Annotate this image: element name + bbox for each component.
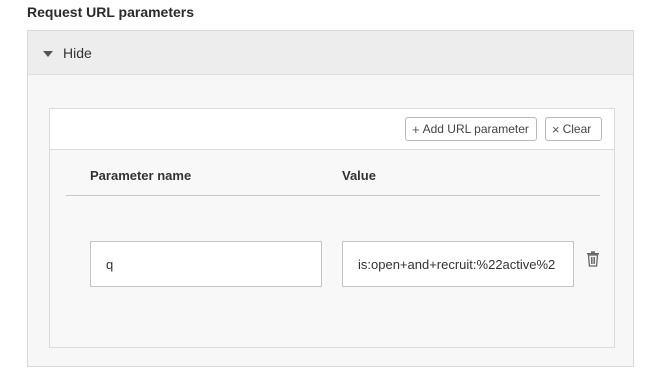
clear-label: Clear [562,122,592,136]
plus-icon: + [412,121,420,137]
parameters-toolbar: + Add URL parameter × Clear [50,109,614,150]
clear-button[interactable]: × Clear [545,117,602,141]
parameter-name-input[interactable] [90,241,322,287]
add-url-parameter-button[interactable]: + Add URL parameter [405,117,537,141]
column-header-value: Value [342,168,376,183]
caret-down-icon [43,51,53,57]
parameter-value-input[interactable] [342,241,574,287]
trash-icon[interactable] [586,251,600,267]
section-title: Request URL parameters [27,4,195,20]
column-header-parameter-name: Parameter name [90,168,192,183]
parameters-card: + Add URL parameter × Clear Parameter na… [49,108,615,348]
close-icon: × [552,121,560,137]
url-parameters-panel: Hide + Add URL parameter × Clear Paramet… [27,30,634,367]
header-divider [66,195,600,196]
hide-toggle-label: Hide [63,45,92,61]
add-url-parameter-label: Add URL parameter [422,122,529,136]
hide-toggle[interactable]: Hide [28,31,633,75]
